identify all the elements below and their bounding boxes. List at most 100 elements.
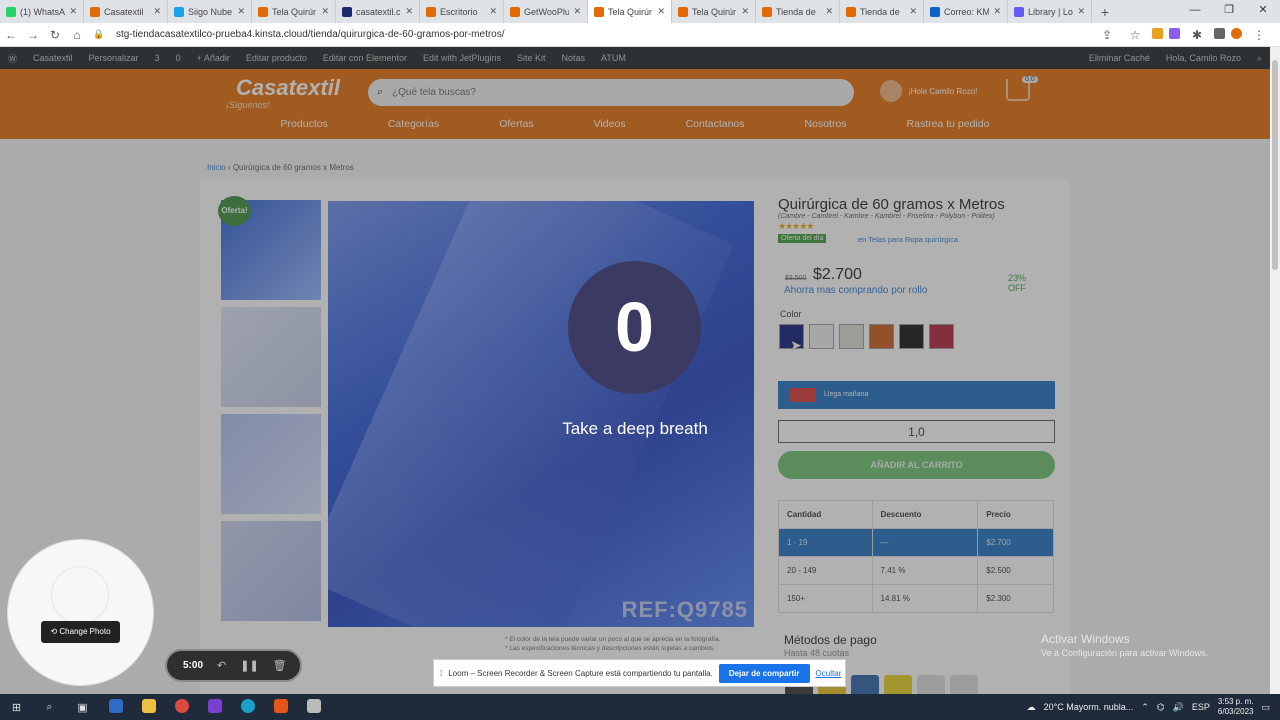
tab-close-icon[interactable]: ✕: [993, 6, 1001, 17]
menu-item-productos[interactable]: Productos: [251, 118, 358, 130]
search-input[interactable]: ⌕ ¿Qué tela buscas?: [368, 79, 854, 106]
sidebar-icon[interactable]: [1214, 27, 1225, 39]
language-indicator[interactable]: ESP: [1192, 702, 1210, 712]
browser-tab[interactable]: Library | Lo ✕: [1008, 0, 1092, 23]
taskbar-app-icon[interactable]: [99, 698, 132, 716]
menu-item-nosotros[interactable]: Nosotros: [775, 118, 877, 130]
wp-updates[interactable]: 3: [147, 53, 168, 63]
menu-item-rastrea[interactable]: Rastrea tu pedido: [877, 118, 1020, 130]
browser-tab[interactable]: Escritorio ✕: [420, 0, 504, 23]
bookmark-star-icon[interactable]: ☆: [1124, 28, 1146, 42]
menu-item-videos[interactable]: Videos: [564, 118, 656, 130]
wp-add-new[interactable]: + Añadir: [189, 53, 238, 63]
extension-icon[interactable]: [1169, 27, 1180, 39]
table-row[interactable]: 150+ 14.81 % $2.300: [778, 584, 1054, 613]
color-swatch[interactable]: [899, 324, 924, 349]
wp-edit-elementor[interactable]: Editar con Elementor: [315, 53, 415, 63]
breadcrumb-home[interactable]: Inicio: [207, 163, 226, 172]
notifications-icon[interactable]: ▭: [1261, 702, 1270, 713]
wp-user-greeting[interactable]: Hola, Camilo Rozo: [1158, 53, 1249, 64]
tab-close-icon[interactable]: ✕: [237, 6, 245, 17]
browser-tab[interactable]: Siigo Nube ✕: [168, 0, 252, 23]
wp-customize[interactable]: Personalizar: [81, 53, 147, 63]
weather-text[interactable]: 20°C Mayorm. nubla...: [1044, 702, 1134, 712]
quantity-input[interactable]: 1,0: [778, 420, 1055, 443]
tab-close-icon[interactable]: ✕: [489, 6, 497, 17]
change-photo-button[interactable]: ⟲ Change Photo: [41, 621, 120, 643]
menu-item-contactanos[interactable]: Contactanos: [656, 118, 775, 130]
tab-close-icon[interactable]: ✕: [1077, 6, 1085, 17]
forward-icon[interactable]: →: [22, 28, 44, 42]
tab-close-icon[interactable]: ✕: [69, 6, 77, 17]
thumbnail[interactable]: [221, 307, 321, 407]
hide-sharing-bar-link[interactable]: Ocultar: [816, 669, 842, 678]
color-swatch[interactable]: [929, 324, 954, 349]
tab-close-icon[interactable]: ✕: [825, 6, 833, 17]
wp-edit-jetplugins[interactable]: Edit with JetPlugins: [415, 53, 509, 63]
add-to-cart-button[interactable]: AÑADIR AL CARRITO: [778, 451, 1055, 479]
user-account[interactable]: ¡Hola Camilo Rozo!: [880, 80, 977, 102]
browser-tab[interactable]: Tela Quirúr ✕: [252, 0, 336, 23]
search-icon[interactable]: ⌕: [33, 701, 66, 714]
wp-site-kit[interactable]: Site Kit: [509, 53, 554, 63]
reload-icon[interactable]: ↻: [44, 28, 66, 42]
category-link[interactable]: en Telas para Ropa quirúrgica: [858, 235, 958, 244]
browser-tab[interactable]: Tienda de ✕: [756, 0, 840, 23]
new-tab-button[interactable]: +: [1092, 4, 1118, 20]
extension-icon[interactable]: [1152, 27, 1163, 39]
share-icon[interactable]: ⇪: [1096, 28, 1118, 42]
restore-icon[interactable]: ❐: [1212, 0, 1246, 20]
thumbnail[interactable]: [221, 414, 321, 514]
chrome-icon[interactable]: [165, 698, 198, 716]
drag-handle-icon[interactable]: ⁞: [440, 669, 442, 678]
tab-close-icon[interactable]: ✕: [741, 6, 749, 17]
tray-overflow-icon[interactable]: ⌃: [1141, 702, 1149, 713]
main-product-image[interactable]: REF:Q9785: [328, 201, 754, 627]
taskbar-app-icon[interactable]: [264, 698, 297, 716]
volume-icon[interactable]: 🔊: [1173, 702, 1184, 713]
browser-tab[interactable]: Correo: KM ✕: [924, 0, 1008, 23]
table-row[interactable]: 1 - 19 — $2.700: [778, 528, 1054, 557]
thumbnail[interactable]: [221, 521, 321, 621]
wp-search-icon[interactable]: ⌕: [1249, 53, 1270, 64]
browser-tab[interactable]: Casatextil ✕: [84, 0, 168, 23]
weather-icon[interactable]: ☁: [1027, 702, 1036, 713]
wp-notes[interactable]: Notas: [554, 53, 594, 63]
taskbar-app-icon[interactable]: [297, 698, 330, 716]
browser-tab[interactable]: (1) WhatsAp ✕: [0, 0, 84, 23]
minimize-icon[interactable]: —: [1178, 0, 1212, 20]
file-explorer-icon[interactable]: [132, 698, 165, 716]
menu-item-ofertas[interactable]: Ofertas: [469, 118, 563, 130]
browser-tab[interactable]: Tela Quirúr ✕: [588, 0, 672, 23]
stop-sharing-button[interactable]: Dejar de compartir: [718, 663, 810, 683]
wp-edit-product[interactable]: Editar producto: [238, 53, 315, 63]
taskbar-app-icon[interactable]: [198, 698, 231, 716]
network-icon[interactable]: ⌬: [1157, 702, 1165, 713]
browser-tab[interactable]: Tienda de ✕: [840, 0, 924, 23]
browser-tab[interactable]: Tela Quirúr ✕: [672, 0, 756, 23]
browser-tab[interactable]: GetWooPlu ✕: [504, 0, 588, 23]
task-view-icon[interactable]: ▣: [66, 701, 99, 714]
wp-clear-cache[interactable]: Eliminar Caché: [1081, 53, 1158, 64]
tab-close-icon[interactable]: ✕: [657, 6, 665, 17]
color-swatch[interactable]: [809, 324, 834, 349]
profile-icon[interactable]: [1231, 27, 1242, 39]
wordpress-icon[interactable]: Ⓦ: [0, 52, 25, 65]
table-row[interactable]: 20 - 149 7.41 % $2.500: [778, 556, 1054, 585]
pause-icon[interactable]: ❚❚: [240, 659, 258, 672]
trash-icon[interactable]: 🗑: [273, 659, 287, 672]
tab-close-icon[interactable]: ✕: [405, 6, 413, 17]
lock-icon[interactable]: 🔒: [88, 29, 110, 40]
scrollbar-thumb[interactable]: [1272, 60, 1278, 270]
edge-icon[interactable]: [231, 698, 264, 716]
roll-savings-link[interactable]: Ahorra mas comprando por rollo: [784, 285, 927, 296]
menu-dots-icon[interactable]: ⋮: [1248, 28, 1270, 42]
wp-atum[interactable]: ATUM: [593, 53, 634, 63]
back-icon[interactable]: ←: [0, 28, 22, 42]
puzzle-icon[interactable]: ✱: [1186, 28, 1208, 42]
wp-site-name[interactable]: Casatextil: [25, 53, 81, 63]
color-swatch[interactable]: [869, 324, 894, 349]
color-swatch[interactable]: [839, 324, 864, 349]
menu-item-categorias[interactable]: Categorías: [358, 118, 469, 130]
undo-icon[interactable]: ↶: [217, 659, 226, 672]
